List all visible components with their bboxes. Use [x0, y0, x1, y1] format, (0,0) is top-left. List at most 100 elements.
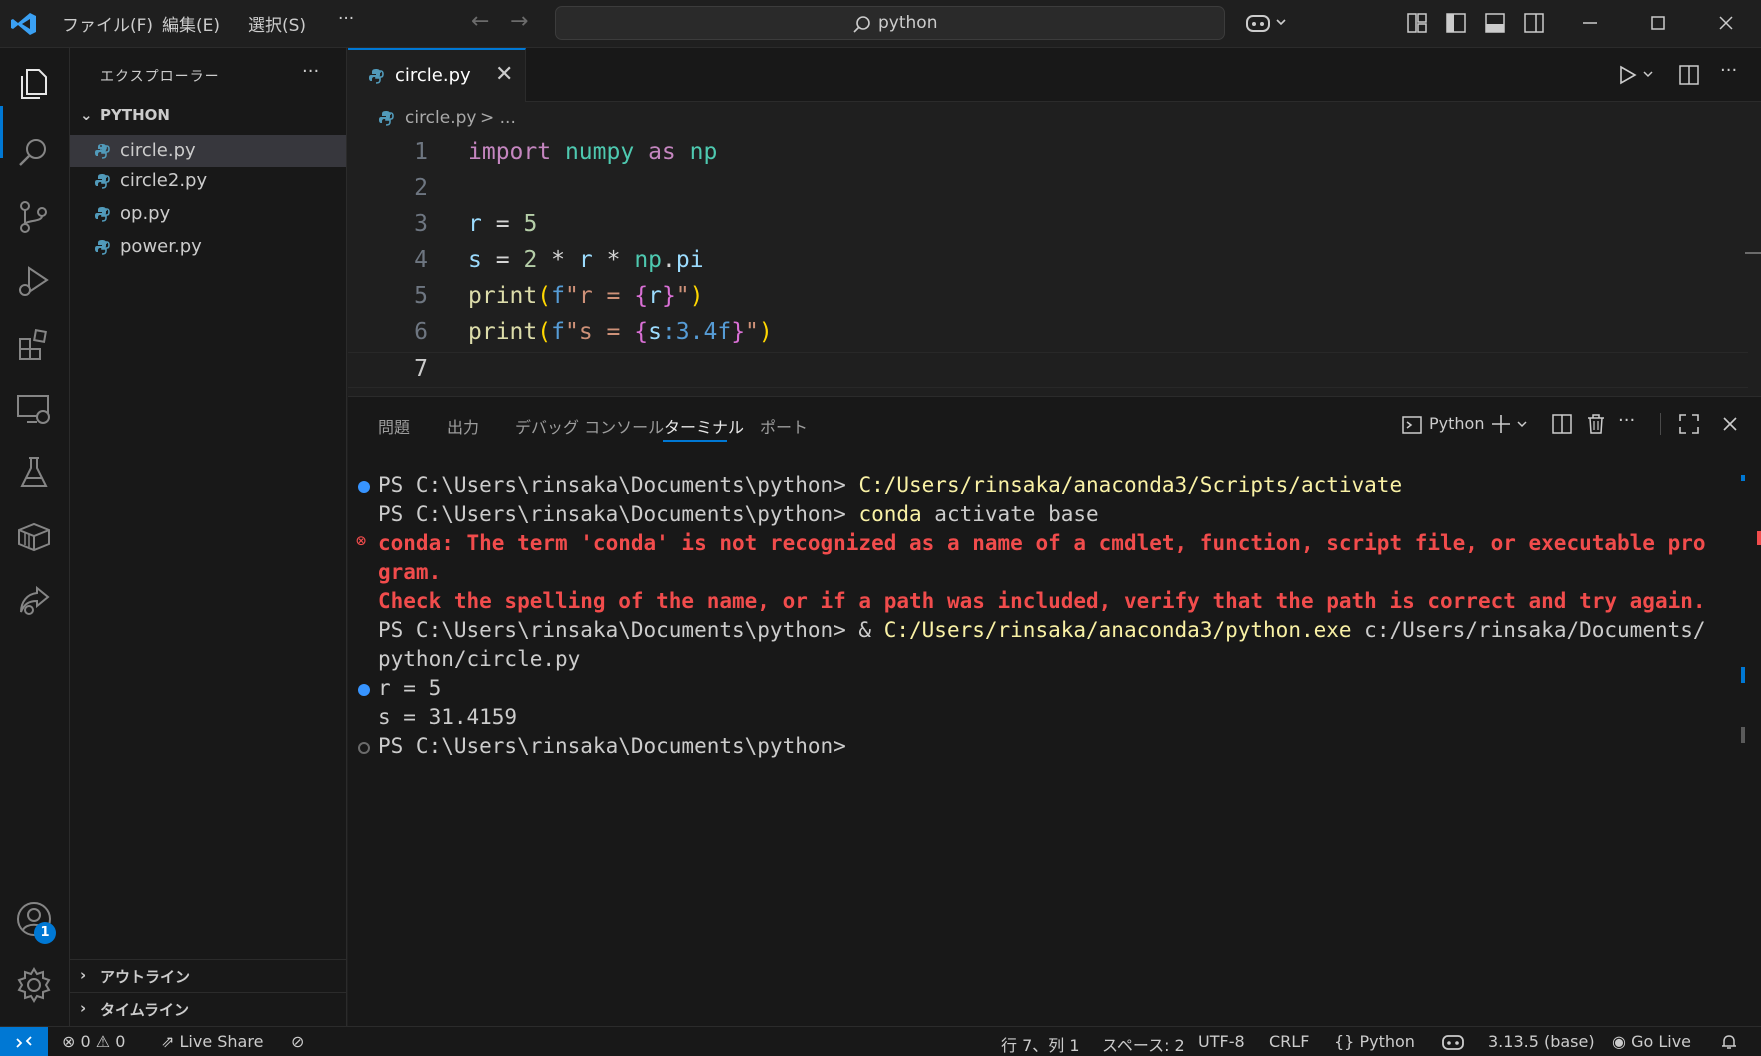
forward-arrow-icon[interactable]: →: [510, 9, 528, 34]
code-line: 5 print(f"r = {r}"): [348, 280, 1748, 316]
trash-icon[interactable]: [1585, 413, 1607, 435]
language-mode[interactable]: {} Python: [1334, 1032, 1415, 1051]
split-editor-icon[interactable]: [1678, 64, 1700, 86]
terminal-line: PS C:\Users\rinsaka\Documents\python> co…: [378, 502, 1099, 526]
command-pending-dot[interactable]: [358, 742, 370, 754]
remote-icon: [16, 1036, 32, 1048]
file-item-op[interactable]: op.py: [70, 198, 346, 230]
line-source: s = 2 * r * np.pi: [468, 247, 704, 273]
editor-tabs: circle.py ✕ ···: [348, 48, 1761, 102]
source-control-icon[interactable]: [15, 198, 53, 236]
explorer-icon[interactable]: [15, 64, 53, 102]
code-editor[interactable]: 1 import numpy as np 2 3 r = 5 4 s = 2 *…: [348, 136, 1761, 394]
tab-close-icon[interactable]: ✕: [495, 62, 513, 87]
broadcast-icon: ◉: [1612, 1032, 1626, 1051]
notifications-bell-icon[interactable]: [1720, 1033, 1738, 1051]
bottom-panel: 問題 出力 デバッグ コンソール ターミナル ポート Python ··· PS…: [348, 396, 1761, 1026]
command-success-dot[interactable]: [358, 684, 370, 696]
cursor-position[interactable]: 行 7、列 1: [1001, 1032, 1080, 1056]
run-python-file-icon[interactable]: [1618, 64, 1658, 86]
terminal-line: PS C:\Users\rinsaka\Documents\python> & …: [378, 618, 1706, 642]
vscode-logo-icon: [11, 13, 36, 35]
tab-terminal[interactable]: ターミナル: [664, 414, 744, 438]
tab-output[interactable]: 出力: [447, 414, 479, 438]
file-item-circle2[interactable]: circle2.py: [70, 165, 346, 197]
tab-debug-console[interactable]: デバッグ コンソール: [515, 414, 664, 438]
customize-layout-icon[interactable]: [1406, 12, 1428, 34]
maximize-panel-icon[interactable]: [1678, 413, 1700, 435]
folder-header-python[interactable]: ⌄ PYTHON: [80, 106, 170, 124]
line-source: print(f"r = {r}"): [468, 283, 704, 309]
python-file-icon: [95, 144, 110, 159]
live-share-icon[interactable]: [15, 582, 53, 620]
copilot-icon[interactable]: [1245, 10, 1289, 36]
file-item-power[interactable]: power.py: [70, 231, 346, 263]
python-file-icon: [95, 240, 110, 255]
close-panel-icon[interactable]: [1721, 415, 1739, 433]
run-debug-icon[interactable]: [15, 262, 53, 300]
terminal-error-line: gram.: [378, 560, 442, 584]
problems-status[interactable]: ⊗ 0 ⚠ 0: [62, 1032, 125, 1051]
go-live-button[interactable]: ◉ Go Live: [1612, 1032, 1691, 1051]
remote-explorer-icon[interactable]: [15, 390, 53, 428]
menu-file[interactable]: ファイル(F): [62, 11, 153, 36]
command-success-dot[interactable]: [358, 481, 370, 493]
new-terminal-icon[interactable]: [1490, 413, 1532, 435]
minimize-icon[interactable]: [1581, 14, 1599, 32]
terminal-name[interactable]: Python: [1429, 414, 1484, 433]
extensions-icon[interactable]: [15, 326, 53, 364]
terminal-line: python/circle.py: [378, 647, 581, 671]
menu-more[interactable]: ···: [338, 9, 354, 29]
timeline-section[interactable]: › タイムライン: [70, 992, 346, 1024]
menu-selection[interactable]: 選択(S): [248, 11, 306, 36]
live-share-status[interactable]: ⇗ Live Share: [161, 1032, 263, 1051]
maximize-icon[interactable]: [1649, 14, 1667, 32]
explorer-sidebar: エクスプローラー ··· ⌄ PYTHON circle.py circle2.p…: [70, 48, 347, 1026]
toggle-primary-sidebar-icon[interactable]: [1445, 12, 1467, 34]
menu-edit[interactable]: 編集(E): [162, 11, 220, 36]
split-terminal-icon[interactable]: [1551, 413, 1573, 435]
terminal-error-line: conda: The term 'conda' is not recognize…: [378, 531, 1706, 555]
back-arrow-icon[interactable]: ←: [471, 9, 489, 34]
indentation-status[interactable]: スペース: 2: [1102, 1032, 1185, 1056]
status-bar: ⊗ 0 ⚠ 0 ⇗ Live Share ⊘ 行 7、列 1 スペース: 2 U…: [0, 1026, 1761, 1056]
check-circle-icon[interactable]: ⊘: [291, 1032, 304, 1051]
python-interpreter[interactable]: 3.13.5 (base): [1488, 1032, 1595, 1051]
toggle-panel-icon[interactable]: [1484, 12, 1506, 34]
line-number: 1: [414, 139, 428, 165]
copilot-status-icon[interactable]: [1441, 1032, 1465, 1052]
tab-ports[interactable]: ポート: [760, 414, 808, 438]
line-source: print(f"s = {s:3.4f}"): [468, 319, 773, 345]
encoding-status[interactable]: UTF-8: [1198, 1032, 1245, 1051]
folder-name: PYTHON: [100, 106, 170, 124]
file-name: circle2.py: [120, 170, 208, 191]
tab-problems[interactable]: 問題: [378, 414, 410, 438]
remote-indicator[interactable]: [0, 1027, 48, 1056]
close-window-icon[interactable]: [1717, 14, 1735, 32]
python-file-icon: [379, 111, 394, 126]
command-error-icon[interactable]: ⊗: [356, 531, 366, 551]
tab-circle-py[interactable]: circle.py ✕: [348, 48, 526, 102]
activity-bar: 1: [0, 48, 70, 1026]
editor-more-icon[interactable]: ···: [1720, 60, 1737, 81]
panel-more-icon[interactable]: ···: [1618, 410, 1635, 431]
manage-gear-icon[interactable]: [15, 966, 53, 1004]
file-item-circle[interactable]: circle.py: [70, 135, 346, 167]
code-line: 3 r = 5: [348, 208, 1748, 244]
command-center[interactable]: python: [555, 6, 1225, 40]
terminal-error-line: Check the spelling of the name, or if a …: [378, 589, 1706, 613]
python-file-icon: [369, 69, 384, 84]
containers-icon[interactable]: [15, 518, 53, 556]
minimap-marker: [1745, 252, 1761, 254]
eol-status[interactable]: CRLF: [1269, 1032, 1309, 1051]
toggle-secondary-sidebar-icon[interactable]: [1523, 12, 1545, 34]
chevron-right-icon: ›: [80, 966, 87, 984]
scrollbar-thumb[interactable]: [1741, 727, 1745, 743]
breadcrumb-symbols[interactable]: > ...: [480, 108, 516, 128]
testing-icon[interactable]: [15, 454, 53, 492]
search-icon[interactable]: [15, 134, 53, 172]
outline-section[interactable]: › アウトライン: [70, 959, 346, 991]
sidebar-title: エクスプローラー: [100, 69, 220, 85]
sidebar-more-button[interactable]: ···: [302, 61, 319, 82]
breadcrumb-file[interactable]: circle.py: [405, 108, 476, 128]
